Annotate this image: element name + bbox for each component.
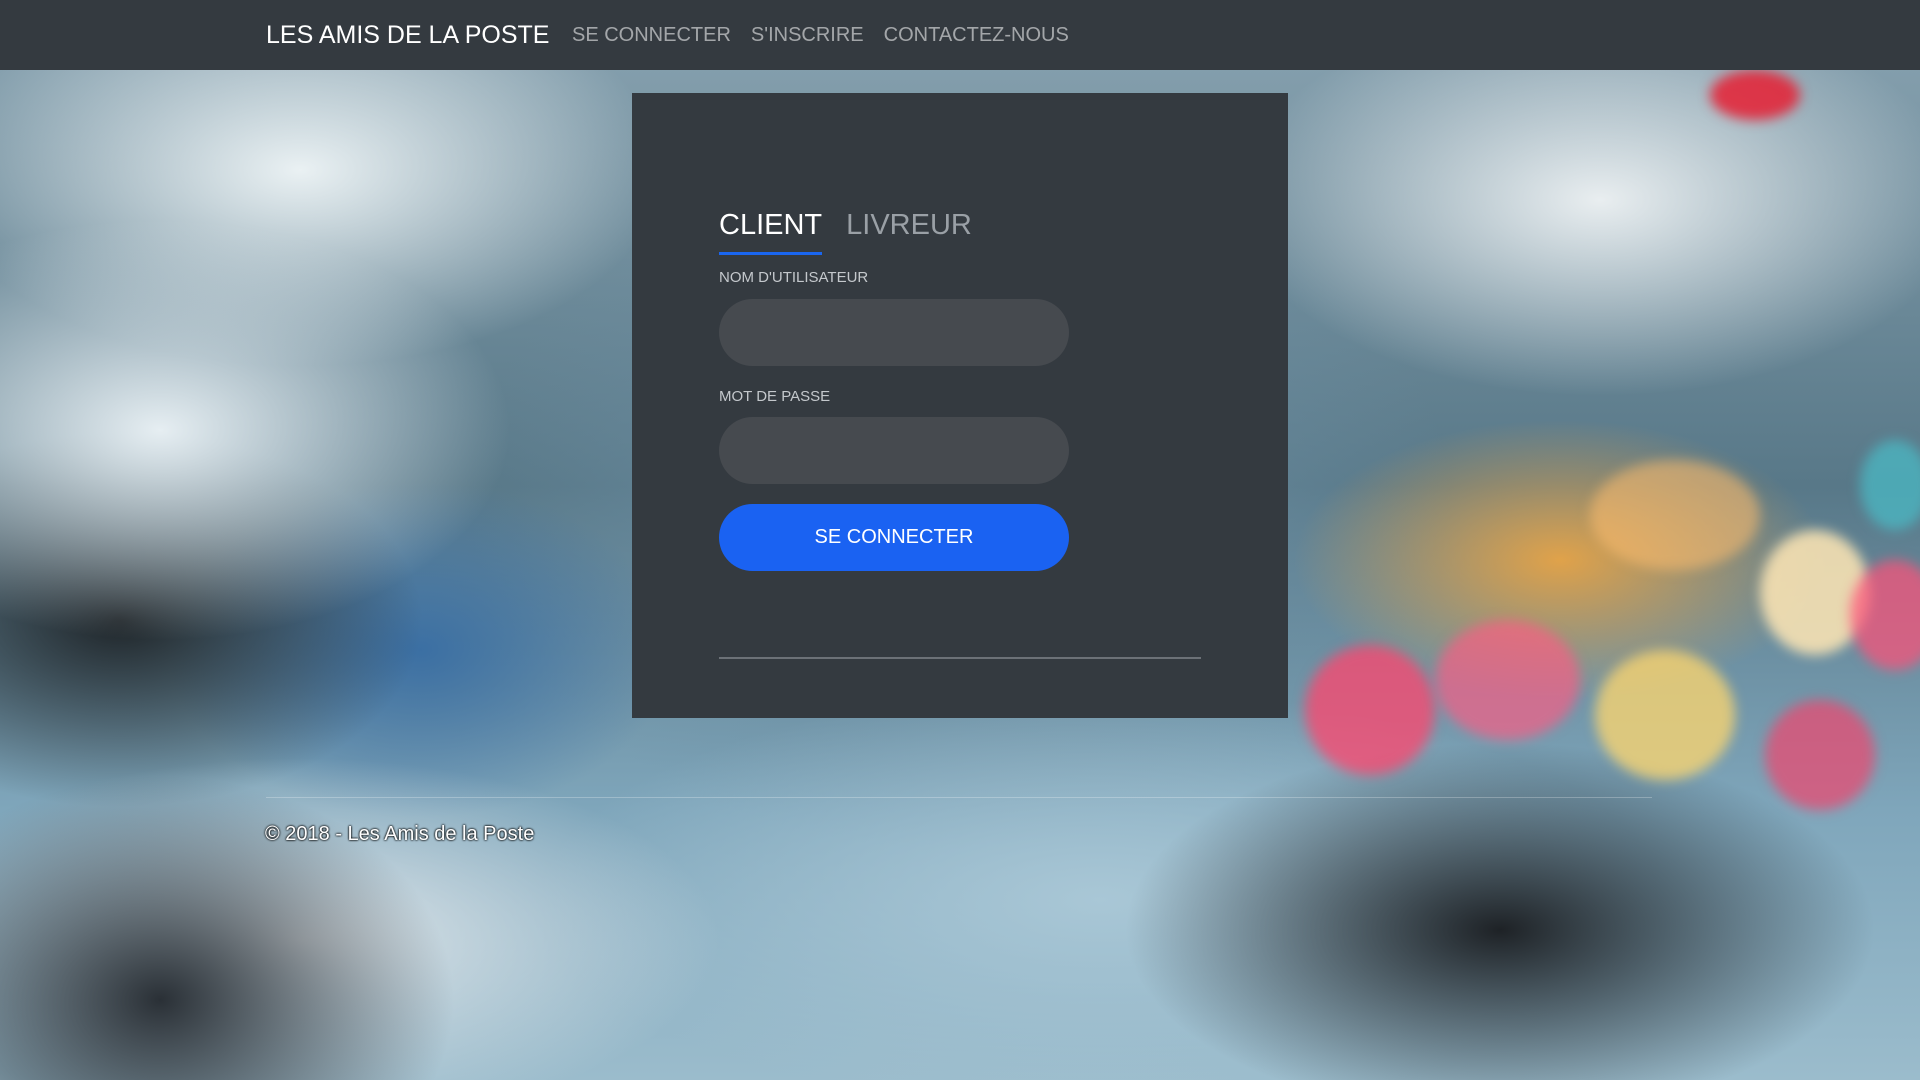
bokeh-light	[1860, 440, 1920, 530]
password-label: MOT DE PASSE	[719, 388, 831, 405]
nav-link-se-connecter[interactable]: SE CONNECTER	[572, 22, 731, 48]
nav-link-contactez-nous[interactable]: CONTACTEZ-NOUS	[884, 22, 1069, 48]
username-label: NOM D'UTILISATEUR	[719, 269, 869, 286]
username-input[interactable]	[719, 299, 1069, 366]
footer-divider	[266, 797, 1652, 798]
bokeh-light	[1765, 700, 1875, 810]
bokeh-light	[1595, 650, 1735, 780]
bokeh-light	[1435, 620, 1580, 740]
login-tabs: CLIENT LIVREUR	[719, 208, 972, 255]
nav-links: SE CONNECTER S'INSCRIRE CONTACTEZ-NOUS	[572, 22, 1069, 48]
bokeh-light	[1590, 460, 1760, 570]
nav-link-sinscrire[interactable]: S'INSCRIRE	[751, 22, 864, 48]
footer-copyright: © 2018 - Les Amis de la Poste	[265, 823, 535, 845]
tab-livreur[interactable]: LIVREUR	[846, 208, 972, 255]
bokeh-light	[1710, 70, 1800, 120]
login-card: CLIENT LIVREUR NOM D'UTILISATEUR MOT DE …	[632, 93, 1288, 718]
card-divider	[719, 657, 1201, 659]
login-button[interactable]: SE CONNECTER	[719, 504, 1069, 571]
password-input[interactable]	[719, 417, 1069, 484]
tab-client[interactable]: CLIENT	[719, 208, 823, 255]
bokeh-light	[1305, 645, 1435, 775]
top-navbar: LES AMIS DE LA POSTE SE CONNECTER S'INSC…	[0, 0, 1920, 70]
brand-link[interactable]: LES AMIS DE LA POSTE	[266, 20, 549, 50]
